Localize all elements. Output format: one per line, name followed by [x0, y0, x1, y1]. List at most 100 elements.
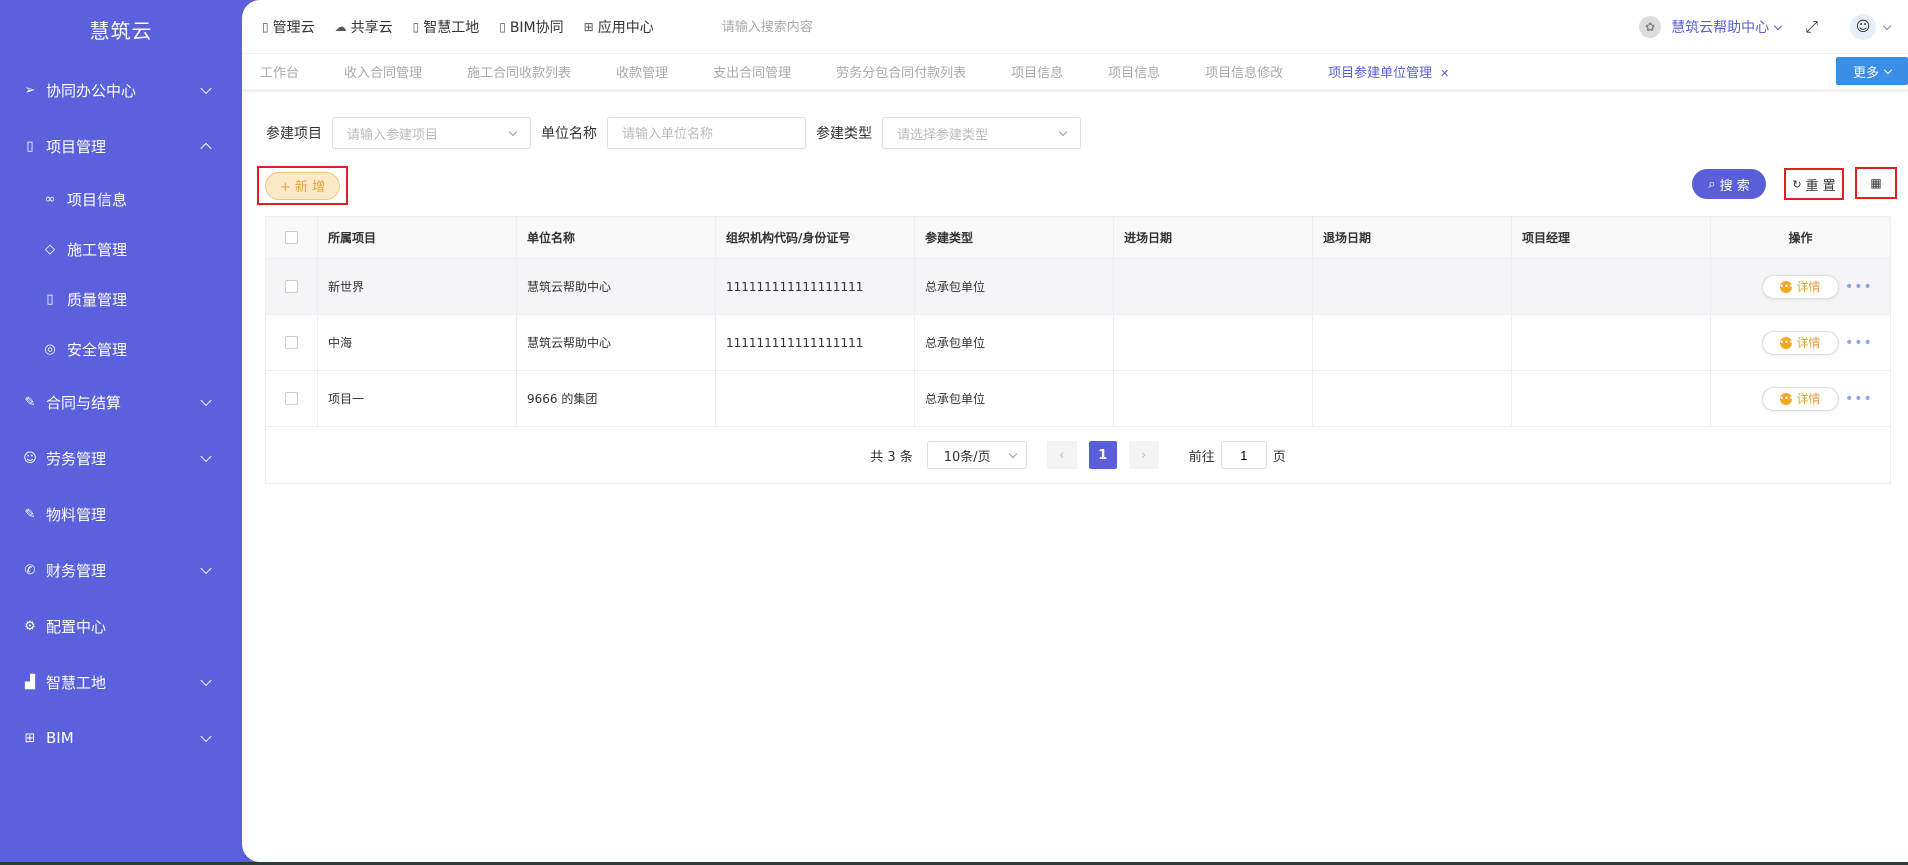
cell-type: 总承包单位 — [915, 259, 1114, 314]
sidebar-item-collab-office[interactable]: ➢ 协同办公中心 — [0, 62, 242, 118]
cell-actions: ••• 详情 ••• — [1711, 315, 1890, 370]
detail-label: 详情 — [1796, 280, 1821, 294]
user-group-icon: ☺ — [23, 450, 37, 466]
page-size-value: 10条/页 — [943, 449, 991, 465]
tab-project-info-2[interactable]: 项目信息 — [1108, 62, 1160, 81]
phone-icon: ✆ — [24, 562, 36, 578]
sidebar-item-project-management[interactable]: ▯ 项目管理 — [0, 118, 242, 174]
user-avatar[interactable]: ☺ — [1850, 14, 1876, 40]
goto-page: 前往 页 — [1189, 441, 1286, 469]
total-count: 共 3 条 — [870, 449, 913, 465]
tab-workbench[interactable]: 工作台 — [260, 62, 299, 81]
goto-page-input[interactable] — [1220, 441, 1267, 469]
unit-filter-label: 单位名称 — [541, 126, 597, 142]
more-actions-icon[interactable]: ••• — [1845, 279, 1873, 295]
row-select[interactable] — [266, 371, 318, 426]
page-number-current[interactable]: 1 — [1088, 441, 1117, 469]
page-size-select[interactable]: 10条/页 — [926, 441, 1027, 469]
book-icon: ▯ — [26, 138, 34, 154]
cloud-icon: ☁ — [334, 19, 347, 34]
row-select[interactable] — [266, 315, 318, 370]
grid-icon: ⊞ — [583, 19, 594, 34]
sidebar-item-bim[interactable]: ⊞ BIM — [0, 710, 242, 766]
detail-button[interactable]: ••• 详情 — [1762, 274, 1839, 299]
detail-button[interactable]: ••• 详情 — [1762, 330, 1839, 355]
topnav-bim-collab[interactable]: ▯ BIM协同 — [499, 17, 563, 37]
help-center-label: 慧筑云帮助中心 — [1671, 20, 1770, 36]
topnav-management-cloud[interactable]: ▯ 管理云 — [262, 17, 315, 37]
type-filter-select[interactable]: 请选择参建类型 — [882, 117, 1081, 149]
more-tabs-button[interactable]: 更多 — [1836, 57, 1908, 85]
sidebar-item-finance[interactable]: ✆ 财务管理 — [0, 542, 242, 598]
goto-prefix: 前往 — [1188, 449, 1215, 465]
row-checkbox[interactable] — [285, 280, 298, 293]
tab-income-contract[interactable]: 收入合同管理 — [344, 62, 422, 81]
cell-code: 111111111111111111 — [716, 315, 915, 370]
chevron-down-icon — [200, 82, 212, 95]
prev-page-button[interactable]: ‹ — [1046, 441, 1077, 469]
topnav-label: 智慧工地 — [423, 19, 480, 36]
cell-exit-date — [1313, 315, 1512, 370]
chevron-down-icon — [200, 450, 212, 463]
close-icon[interactable]: ✕ — [1440, 67, 1449, 80]
help-center-link[interactable]: 慧筑云帮助中心 — [1671, 17, 1783, 37]
topnav-app-center[interactable]: ⊞ 应用中心 — [584, 17, 654, 37]
chevron-down-icon — [1058, 127, 1068, 137]
cell-manager — [1512, 315, 1711, 370]
sidebar-item-material[interactable]: ✎ 物料管理 — [0, 486, 242, 542]
sidebar-subitem-safety[interactable]: ◎ 安全管理 — [0, 324, 242, 374]
select-all-checkbox[interactable] — [285, 231, 298, 244]
doc-icon: ▯ — [412, 19, 420, 34]
next-page-button[interactable]: › — [1128, 441, 1159, 469]
row-checkbox[interactable] — [285, 336, 298, 349]
sidebar-item-contract-settlement[interactable]: ✎ 合同与结算 — [0, 374, 242, 430]
header-select-all[interactable] — [266, 217, 318, 258]
sidebar-subitem-construction[interactable]: ◇ 施工管理 — [0, 224, 242, 274]
filter-row: 参建项目 请输入参建项目 单位名称 参建类型 请选择参建类型 — [266, 117, 1091, 149]
sidebar-item-config[interactable]: ⚙ 配置中心 — [0, 598, 242, 654]
global-search-input[interactable] — [721, 19, 922, 34]
tab-expense-contract[interactable]: 支出合同管理 — [713, 62, 791, 81]
sidebar-subitem-quality[interactable]: ▯ 质量管理 — [0, 274, 242, 324]
main-content: ▯ 管理云 ☁ 共享云 ▯ 智慧工地 ▯ BIM协同 ⊞ 应用中心 ✿ — [242, 0, 1908, 862]
sidebar-subitem-project-info[interactable]: ∞ 项目信息 — [0, 174, 242, 224]
tag-icon: ◇ — [45, 241, 55, 257]
book-icon: ▯ — [46, 291, 54, 307]
top-bar: ▯ 管理云 ☁ 共享云 ▯ 智慧工地 ▯ BIM协同 ⊞ 应用中心 ✿ — [242, 0, 1908, 54]
tab-project-info[interactable]: 项目信息 — [1011, 62, 1063, 81]
row-checkbox[interactable] — [285, 392, 298, 405]
unit-name-input[interactable] — [607, 117, 806, 149]
tab-project-units-active[interactable]: 项目参建单位管理 ✕ — [1328, 62, 1449, 81]
cell-exit-date — [1313, 259, 1512, 314]
tab-project-info-edit[interactable]: 项目信息修改 — [1205, 62, 1283, 81]
tab-receipt-management[interactable]: 收款管理 — [616, 62, 668, 81]
reset-button[interactable]: ↻ 重 置 — [1784, 168, 1844, 200]
topnav-smart-site[interactable]: ▯ 智慧工地 — [413, 17, 480, 37]
tab-labor-subcontract-payment[interactable]: 劳务分包合同付款列表 — [836, 62, 966, 81]
row-select[interactable] — [266, 259, 318, 314]
project-filter-select[interactable]: 请输入参建项目 — [332, 117, 531, 149]
bar-chart-icon: ▟ — [25, 674, 35, 690]
sidebar-item-labor[interactable]: ☺ 劳务管理 — [0, 430, 242, 486]
fullscreen-icon[interactable]: ⤢ — [1805, 17, 1818, 37]
column-header: 组织机构代码/身份证号 — [716, 217, 915, 258]
sidebar-item-label: 协同办公中心 — [46, 81, 137, 100]
send-icon: ➢ — [24, 82, 36, 98]
more-circle-icon: ••• — [1779, 336, 1794, 349]
detail-button[interactable]: ••• 详情 — [1762, 386, 1839, 411]
search-button[interactable]: ⌕ 搜 索 — [1692, 169, 1766, 199]
cell-entry-date — [1114, 259, 1313, 314]
more-actions-icon[interactable]: ••• — [1845, 335, 1873, 351]
more-actions-icon[interactable]: ••• — [1845, 391, 1873, 407]
edit-icon: ✎ — [24, 394, 36, 410]
sidebar-item-smart-site[interactable]: ▟ 智慧工地 — [0, 654, 242, 710]
user-menu-chevron-icon[interactable] — [1882, 21, 1892, 30]
topnav-shared-cloud[interactable]: ☁ 共享云 — [335, 17, 393, 37]
chevron-down-icon — [1883, 65, 1893, 74]
add-button[interactable]: + 新 增 — [265, 171, 340, 200]
topnav-label: 管理云 — [272, 19, 315, 36]
edit-icon: ✎ — [24, 506, 36, 522]
tab-construction-receipt-list[interactable]: 施工合同收款列表 — [467, 62, 571, 81]
column-settings-button[interactable]: ▦ — [1855, 167, 1897, 199]
detail-label: 详情 — [1796, 392, 1821, 406]
